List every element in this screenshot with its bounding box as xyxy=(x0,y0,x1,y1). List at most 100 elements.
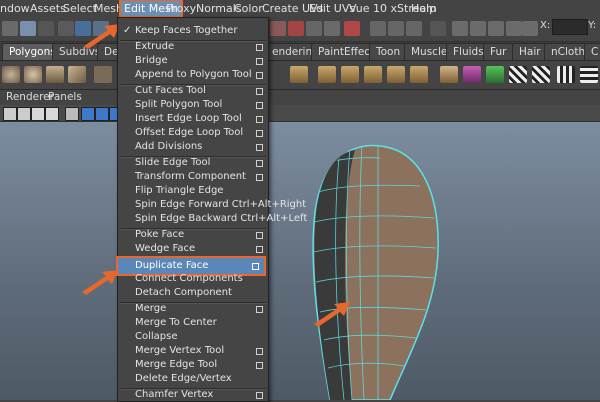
option-box-icon[interactable] xyxy=(256,44,263,51)
option-box-icon[interactable] xyxy=(256,116,263,123)
wedge-icon[interactable] xyxy=(410,66,428,83)
menu-item-flip-triangle-edge[interactable]: Flip Triangle Edge xyxy=(118,184,268,198)
extrude-face-icon[interactable] xyxy=(290,66,308,83)
select-component-icon[interactable] xyxy=(58,21,74,36)
option-box-icon[interactable] xyxy=(256,174,263,181)
panel-menu-panels[interactable]: Panels xyxy=(48,90,82,104)
select-hierarchy-icon[interactable] xyxy=(20,21,36,36)
two-d-pan-icon[interactable] xyxy=(45,107,59,121)
camera-attributes-icon[interactable] xyxy=(3,107,17,121)
uv-editor-icon[interactable] xyxy=(463,66,481,83)
construction-history-icon[interactable] xyxy=(430,21,446,36)
output-ops-icon[interactable] xyxy=(406,21,422,36)
menu-item-slide-edge[interactable]: Slide Edge Tool xyxy=(118,156,268,170)
menu-item-spin-edge-forward[interactable]: Spin Edge Forward Ctrl+Alt+Right xyxy=(118,198,306,212)
option-box-icon[interactable] xyxy=(256,392,263,399)
combine-icon[interactable] xyxy=(94,66,112,83)
menu-help[interactable]: Help xyxy=(411,0,436,17)
menu-item-bridge[interactable]: Bridge xyxy=(118,54,268,68)
magnet-icon[interactable] xyxy=(344,21,360,36)
panel-menu-renderer[interactable]: Renderer xyxy=(6,90,54,104)
tab-hair[interactable]: Hair xyxy=(512,43,548,60)
menu-item-split-polygon[interactable]: Split Polygon Tool xyxy=(118,98,268,112)
render-view-icon[interactable] xyxy=(452,21,468,36)
redo-icon[interactable] xyxy=(2,21,18,36)
option-box-icon[interactable] xyxy=(256,58,263,65)
menu-item-merge-vertex-tool[interactable]: Merge Vertex Tool xyxy=(118,344,268,358)
menu-item-insert-edge-loop[interactable]: Insert Edge Loop Tool xyxy=(118,112,268,126)
auto-map-icon[interactable] xyxy=(557,66,575,83)
menu-item-transform-component[interactable]: Transform Component xyxy=(118,170,268,184)
history-icon[interactable] xyxy=(370,21,386,36)
option-box-icon[interactable] xyxy=(256,362,263,369)
menu-item-poke-face[interactable]: Poke Face xyxy=(118,228,268,242)
tab-fur[interactable]: Fur xyxy=(483,43,514,60)
sphere-icon[interactable] xyxy=(24,66,42,83)
bookmarks-icon[interactable] xyxy=(17,107,31,121)
hypershade-icon[interactable] xyxy=(522,21,538,36)
menu-item-spin-edge-backward[interactable]: Spin Edge Backward Ctrl+Alt+Left xyxy=(118,212,307,226)
menu-window[interactable]: ndow xyxy=(0,0,30,17)
option-box-icon[interactable] xyxy=(256,144,263,151)
menu-item-add-divisions[interactable]: Add Divisions xyxy=(118,140,268,154)
menu-item-extrude[interactable]: Extrude xyxy=(118,40,268,54)
menu-item-append-polygon[interactable]: Append to Polygon Tool xyxy=(118,68,268,82)
option-box-icon[interactable] xyxy=(256,306,263,313)
cylindrical-map-icon[interactable] xyxy=(509,66,527,83)
tab-toon[interactable]: Toon xyxy=(369,43,408,60)
smooth-shade-icon[interactable] xyxy=(95,107,109,121)
menu-item-label: Merge Edge Tool xyxy=(135,359,218,370)
option-box-icon[interactable] xyxy=(256,102,263,109)
menu-item-collapse[interactable]: Collapse xyxy=(118,330,268,344)
render-current-icon[interactable] xyxy=(470,21,486,36)
option-box-icon[interactable] xyxy=(256,88,263,95)
menu-item-wedge-face[interactable]: Wedge Face xyxy=(118,242,268,256)
planar-map-icon[interactable] xyxy=(486,66,504,83)
spherical-map-icon[interactable] xyxy=(532,66,550,83)
menu-item-offset-edge-loop[interactable]: Offset Edge Loop Tool xyxy=(118,126,268,140)
snap-point-icon[interactable] xyxy=(306,21,322,36)
menu-proxy[interactable]: Proxy xyxy=(166,0,196,17)
option-box-icon[interactable] xyxy=(256,246,263,253)
smooth-icon[interactable] xyxy=(440,66,458,83)
snap-curve-icon[interactable] xyxy=(288,21,304,36)
append-icon[interactable] xyxy=(364,66,382,83)
menu-item-cut-faces[interactable]: Cut Faces Tool xyxy=(118,84,268,98)
split-icon[interactable] xyxy=(341,66,359,83)
menu-assets[interactable]: Assets xyxy=(30,0,66,17)
option-box-icon[interactable] xyxy=(256,232,263,239)
select-object-icon[interactable] xyxy=(38,21,54,36)
bevel-icon[interactable] xyxy=(318,66,336,83)
snap-plane-icon[interactable] xyxy=(324,21,340,36)
option-box-icon[interactable] xyxy=(252,263,259,270)
unfold-icon[interactable] xyxy=(580,66,598,83)
tab-c[interactable]: C xyxy=(584,43,600,60)
snap-grid-icon[interactable] xyxy=(270,21,286,36)
menu-item-delete-edge-vertex[interactable]: Delete Edge/Vertex xyxy=(118,372,268,386)
menu-item-connect-components[interactable]: Connect Components xyxy=(118,272,268,286)
input-ops-icon[interactable] xyxy=(388,21,404,36)
menu-item-merge[interactable]: Merge xyxy=(118,302,268,316)
render-settings-icon[interactable] xyxy=(506,21,522,36)
menu-item-merge-edge-tool[interactable]: Merge Edge Tool xyxy=(118,358,268,372)
option-box-icon[interactable] xyxy=(256,348,263,355)
perspective-viewport[interactable] xyxy=(0,122,600,400)
menu-color[interactable]: Color xyxy=(234,0,263,17)
merge-icon[interactable] xyxy=(387,66,405,83)
image-plane-icon[interactable] xyxy=(31,107,45,121)
menu-item-detach-component[interactable]: Detach Component xyxy=(118,286,268,300)
head-mesh[interactable] xyxy=(0,122,600,400)
cube-icon[interactable] xyxy=(68,66,86,83)
option-box-icon[interactable] xyxy=(256,72,263,79)
cylinder-icon[interactable] xyxy=(46,66,64,83)
menu-select[interactable]: Select xyxy=(63,0,97,17)
x-field[interactable] xyxy=(552,19,588,35)
menu-item-merge-to-center[interactable]: Merge To Center xyxy=(118,316,268,330)
ipr-render-icon[interactable] xyxy=(488,21,504,36)
torus-icon[interactable] xyxy=(2,66,20,83)
option-box-icon[interactable] xyxy=(256,160,263,167)
menu-item-keep-faces-together[interactable]: ✓ Keep Faces Together xyxy=(118,24,268,38)
grid-toggle-icon[interactable] xyxy=(65,107,79,121)
option-box-icon[interactable] xyxy=(256,130,263,137)
wireframe-icon[interactable] xyxy=(81,107,95,121)
